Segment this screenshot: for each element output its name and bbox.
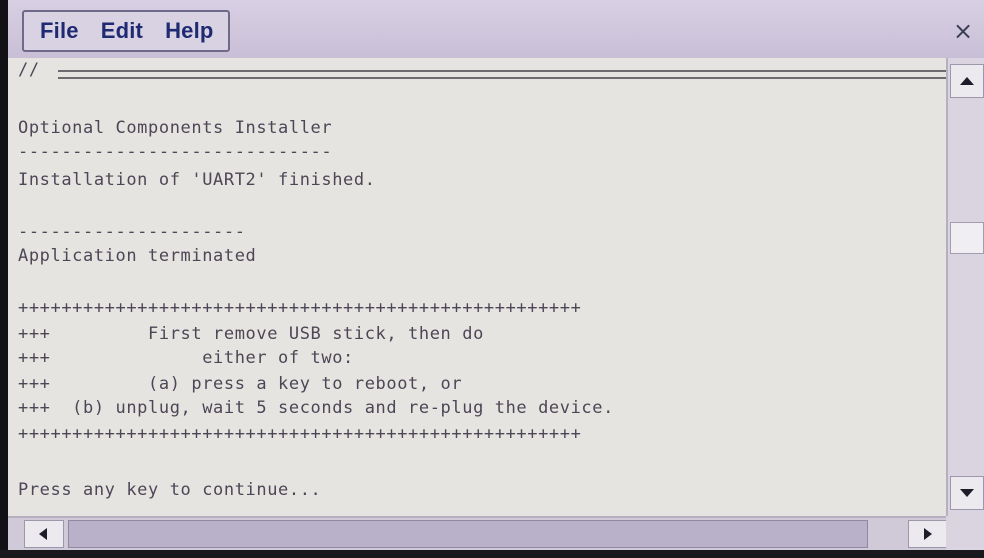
arrow-down-icon	[960, 489, 974, 497]
horizontal-scroll-thumb[interactable]	[68, 520, 868, 548]
console-line-prompt: Press any key to continue...	[18, 480, 322, 500]
menu-file[interactable]: File	[40, 18, 79, 44]
double-rule-divider	[58, 70, 946, 79]
console-output: // Optional Components Installer -------…	[8, 58, 946, 516]
scroll-right-button[interactable]	[908, 520, 948, 548]
console-line-instruction-4: +++ (b) unplug, wait 5 seconds and re-pl…	[18, 398, 614, 418]
scroll-up-button[interactable]	[950, 64, 984, 98]
menu-help[interactable]: Help	[165, 18, 213, 44]
bezel-left	[0, 0, 8, 558]
console-line-plus-border-bottom: ++++++++++++++++++++++++++++++++++++++++…	[18, 424, 582, 444]
arrow-right-icon	[924, 528, 932, 540]
menu-bar: File Edit Help	[22, 10, 230, 52]
console-line-status: Installation of 'UART2' finished.	[18, 170, 376, 190]
bezel-bottom	[0, 550, 984, 558]
console-line-dashes: -----------------------------	[18, 142, 333, 162]
scroll-left-button[interactable]	[24, 520, 64, 548]
console-line-plus-border-top: ++++++++++++++++++++++++++++++++++++++++…	[18, 298, 582, 318]
menu-edit[interactable]: Edit	[101, 18, 143, 44]
close-icon[interactable]: ×	[950, 18, 976, 44]
console-line-terminated: Application terminated	[18, 246, 257, 266]
scroll-down-button[interactable]	[950, 476, 984, 510]
console-line-comment: //	[18, 60, 40, 80]
menu-bar-area: File Edit Help ×	[8, 0, 984, 58]
vertical-scrollbar[interactable]	[946, 58, 984, 516]
console-line-instruction-3: +++ (a) press a key to reboot, or	[18, 374, 463, 394]
console-line-title: Optional Components Installer	[18, 118, 333, 138]
console-line-instruction-1: +++ First remove USB stick, then do	[18, 324, 484, 344]
scrollbar-corner	[946, 516, 984, 550]
vertical-scroll-thumb[interactable]	[950, 222, 984, 254]
arrow-left-icon	[39, 528, 47, 540]
horizontal-scrollbar[interactable]	[8, 516, 948, 550]
device-screen: File Edit Help × // Optional Components …	[8, 0, 984, 556]
console-line-dashes-short: ---------------------	[18, 222, 246, 242]
console-line-instruction-2: +++ either of two:	[18, 348, 354, 368]
arrow-up-icon	[960, 77, 974, 85]
